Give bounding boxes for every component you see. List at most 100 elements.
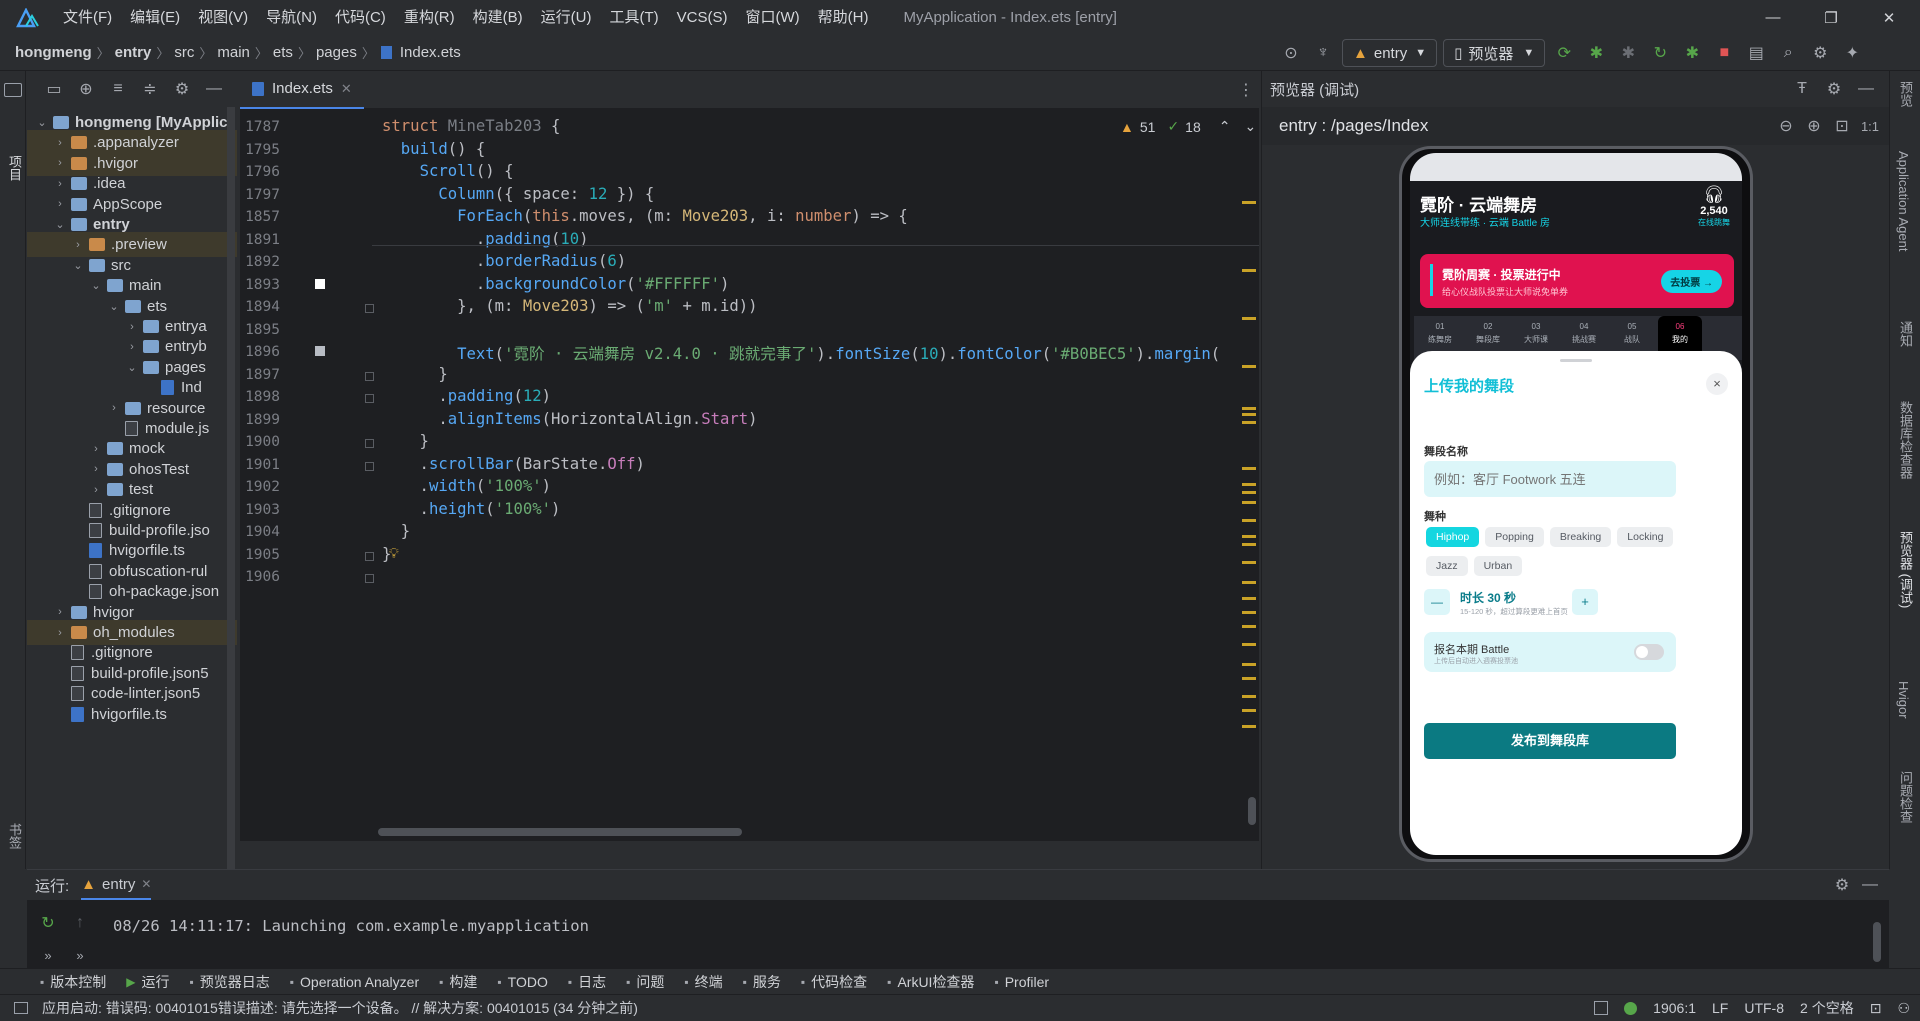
run-scrollbar[interactable]: [1873, 922, 1881, 962]
tool-window-button[interactable]: ▪ 代码检查: [791, 972, 877, 992]
phone-screen[interactable]: 霓阶 · 云端舞房 大师连线带练 · 云端 Battle 房 🎧︎ 2,540 …: [1410, 153, 1742, 855]
next-highlight-icon[interactable]: ⌄: [1244, 118, 1256, 135]
error-stripe[interactable]: [1240, 201, 1258, 821]
chevron-down-icon[interactable]: ⌄: [125, 361, 139, 374]
warning-marker[interactable]: [1242, 467, 1256, 470]
chevron-right-icon[interactable]: ›: [71, 239, 85, 251]
tool-window-button[interactable]: ▪ Profiler: [984, 974, 1059, 990]
code-line[interactable]: .scrollBar(BarState.Off): [382, 455, 645, 473]
file-encoding[interactable]: UTF-8: [1744, 1000, 1784, 1016]
panel-settings-icon[interactable]: ⚙: [169, 76, 195, 102]
tool-window-button[interactable]: ▪ ArkUI检查器: [877, 972, 984, 992]
tool-window-button[interactable]: ▪ 版本控制: [0, 972, 116, 992]
close-run-tab-icon[interactable]: ✕: [141, 877, 151, 891]
warning-marker[interactable]: [1242, 413, 1256, 416]
more-left-icon[interactable]: »: [35, 942, 61, 968]
warning-marker[interactable]: [1242, 597, 1256, 600]
dance-type-pill[interactable]: Jazz: [1426, 556, 1468, 576]
menu-item[interactable]: 构建(B): [464, 0, 532, 35]
breadcrumb-item[interactable]: ets: [270, 44, 296, 61]
dance-type-pill[interactable]: Urban: [1473, 556, 1523, 576]
right-tool-label[interactable]: 预览: [1896, 81, 1915, 107]
chevron-right-icon[interactable]: ›: [107, 402, 121, 414]
reload-icon[interactable]: ⟳: [1551, 40, 1577, 66]
code-line[interactable]: .padding(12): [382, 387, 551, 405]
tool-window-button[interactable]: ▪ 日志: [558, 972, 616, 992]
vote-banner[interactable]: 霓阶周赛 · 投票进行中 给心仪战队投票让大师说免单券 去投票 →: [1420, 254, 1734, 308]
warning-marker[interactable]: [1242, 501, 1256, 504]
search-icon[interactable]: ⌕: [1775, 40, 1801, 66]
run-settings-icon[interactable]: ⚙: [1829, 872, 1855, 898]
warning-marker[interactable]: [1242, 695, 1256, 698]
panel-layout-icon[interactable]: ▭: [41, 76, 67, 102]
horizontal-scrollbar[interactable]: [378, 828, 742, 836]
menu-item[interactable]: 文件(F): [54, 0, 121, 35]
indent-setting[interactable]: 2 个空格: [1800, 998, 1854, 1018]
chevron-down-icon[interactable]: ⌄: [71, 259, 85, 272]
status-ok-icon[interactable]: [1624, 1001, 1638, 1015]
code-line[interactable]: build() {: [382, 140, 486, 158]
breadcrumb-item[interactable]: pages: [313, 44, 360, 61]
font-size-icon[interactable]: Ŧ: [1789, 76, 1815, 102]
more-icon[interactable]: ⋮: [1233, 77, 1259, 103]
right-tool-label[interactable]: 数据库检查器: [1896, 401, 1915, 479]
line-separator[interactable]: LF: [1712, 1000, 1728, 1016]
code-line[interactable]: }: [382, 432, 429, 450]
menu-item[interactable]: 编辑(E): [121, 0, 189, 35]
chevron-down-icon[interactable]: ⌄: [35, 116, 49, 129]
debug-icon[interactable]: ✱: [1583, 40, 1609, 66]
menu-item[interactable]: 工具(T): [600, 0, 667, 35]
warning-marker[interactable]: [1242, 365, 1256, 368]
chevron-right-icon[interactable]: ›: [53, 157, 67, 169]
tool-window-button[interactable]: ▪ 构建: [429, 972, 487, 992]
inspection-icon[interactable]: ⚇: [1897, 1000, 1910, 1017]
menu-item[interactable]: 视图(V): [189, 0, 257, 35]
menu-item[interactable]: 导航(N): [257, 0, 326, 35]
bug-icon[interactable]: ♆: [1310, 40, 1336, 66]
code-line[interactable]: Column({ space: 12 }) {: [382, 185, 654, 203]
maximize-button[interactable]: ❐: [1802, 0, 1860, 35]
tool-window-button[interactable]: ▪ Operation Analyzer: [280, 974, 429, 990]
code-line[interactable]: Text('霓阶 · 云端舞房 v2.4.0 · 跳就完事了').fontSiz…: [382, 342, 1220, 364]
warning-marker[interactable]: [1242, 709, 1256, 712]
collapse-all-icon[interactable]: ≡: [105, 76, 131, 102]
tree-scrollbar[interactable]: [227, 107, 235, 869]
device-select[interactable]: ▯ 预览器 ▼: [1443, 39, 1546, 67]
chevron-right-icon[interactable]: ›: [125, 321, 139, 333]
hide-preview-icon[interactable]: —: [1853, 76, 1879, 102]
battle-toggle[interactable]: [1634, 644, 1664, 660]
code-line[interactable]: ForEach(this.moves, (m: Move203, i: numb…: [382, 207, 908, 225]
chevron-right-icon[interactable]: ›: [53, 198, 67, 210]
fit-screen-icon[interactable]: ⊡: [1829, 113, 1855, 139]
preview-settings-icon[interactable]: ⚙: [1821, 76, 1847, 102]
warning-marker[interactable]: [1242, 663, 1256, 666]
tab-index-ets[interactable]: Index.ets ✕: [240, 71, 364, 109]
status-message[interactable]: 应用启动: 错误码: 00401015错误描述: 请先选择一个设备。 // 解决…: [42, 998, 638, 1018]
gutter-marker-icon[interactable]: [315, 346, 325, 356]
warning-marker[interactable]: [1242, 491, 1256, 494]
warning-marker[interactable]: [1242, 611, 1256, 614]
right-tool-label[interactable]: Application Agent: [1896, 151, 1911, 251]
rerun-icon[interactable]: ↻: [35, 910, 61, 936]
warning-marker[interactable]: [1242, 581, 1256, 584]
breadcrumb-item[interactable]: src: [171, 44, 197, 61]
project-tool-icon[interactable]: [4, 83, 22, 97]
warning-marker[interactable]: [1242, 201, 1256, 204]
run-tab-entry[interactable]: ▲ entry ✕: [81, 870, 152, 900]
code-line[interactable]: Scroll() {: [382, 162, 514, 180]
actual-size-icon[interactable]: 1:1: [1857, 113, 1883, 139]
prev-highlight-icon[interactable]: ⌃: [1219, 118, 1231, 135]
menu-item[interactable]: 代码(C): [326, 0, 395, 35]
warning-marker[interactable]: [1242, 483, 1256, 486]
menu-item[interactable]: 帮助(H): [809, 0, 878, 35]
dance-type-pill[interactable]: Breaking: [1549, 527, 1612, 547]
warning-marker[interactable]: [1242, 725, 1256, 728]
warning-marker[interactable]: [1242, 625, 1256, 628]
warning-marker[interactable]: [1242, 407, 1256, 410]
tool-window-button[interactable]: ▪ 问题: [616, 972, 674, 992]
project-structure-icon[interactable]: ▤: [1743, 40, 1769, 66]
tool-window-button[interactable]: ▪ 终端: [674, 972, 732, 992]
right-tool-label[interactable]: 通知: [1896, 321, 1915, 347]
inspection-widget[interactable]: ▲ 51 ✓ 18 ⌃ ⌄: [1120, 118, 1256, 135]
chevron-right-icon[interactable]: ›: [125, 341, 139, 353]
